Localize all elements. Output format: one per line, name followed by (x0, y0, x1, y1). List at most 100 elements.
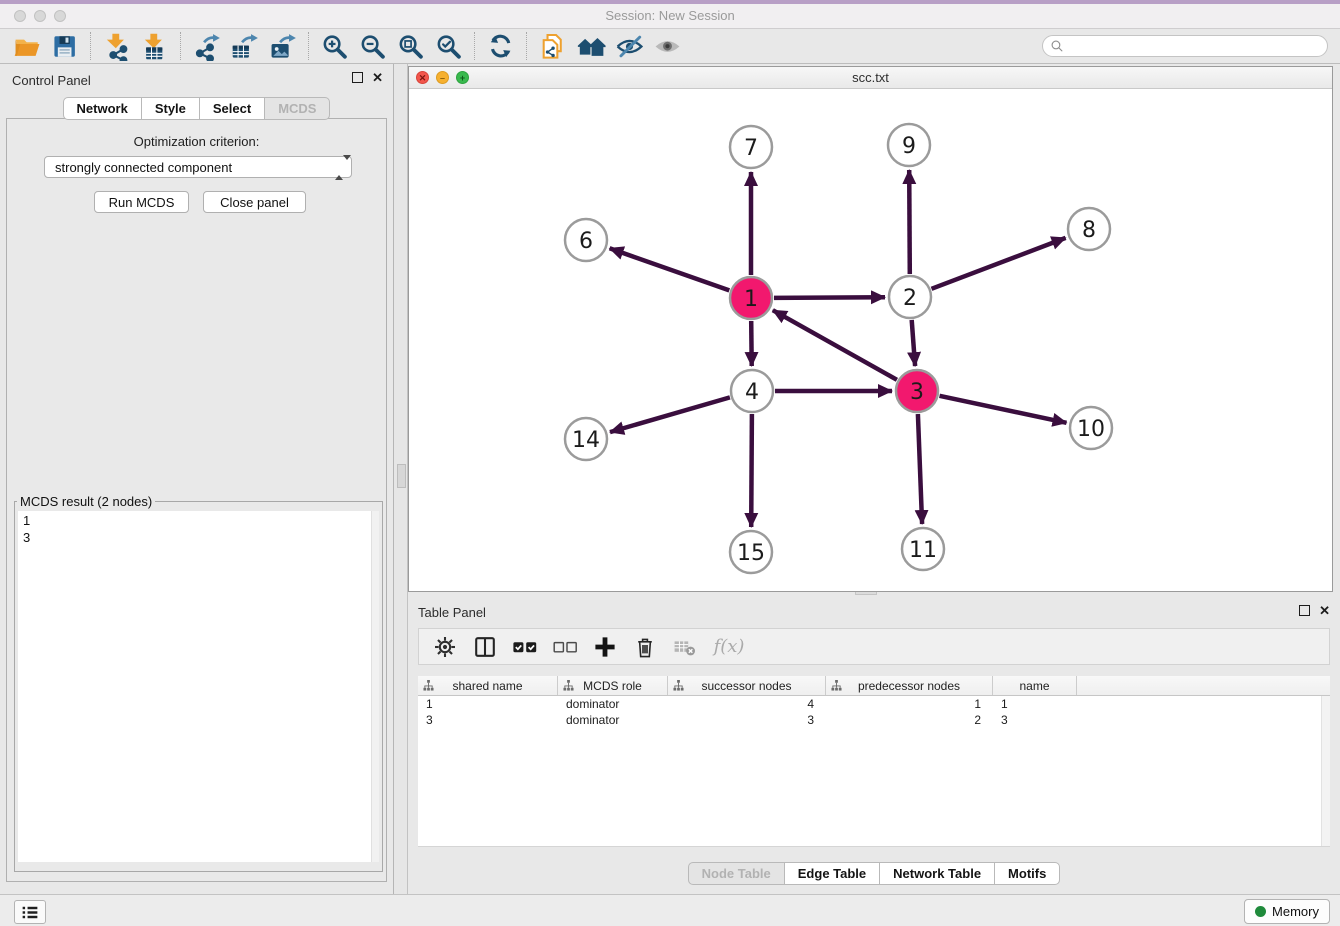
column-type-icon (563, 680, 574, 691)
zoom-fit-button[interactable] (392, 30, 430, 62)
graph-node-3[interactable]: 3 (896, 370, 938, 412)
float-table-panel-icon[interactable] (1299, 605, 1310, 616)
graph-edge-1-4[interactable] (751, 321, 752, 366)
svg-text:6: 6 (579, 229, 593, 254)
tab-node-table[interactable]: Node Table (688, 862, 785, 885)
mcds-result-text[interactable]: 1 3 (18, 511, 379, 862)
export-network-button[interactable] (188, 30, 226, 62)
splitter-grip[interactable] (397, 464, 406, 488)
panel-menu-button[interactable] (14, 900, 46, 924)
tab-network-table[interactable]: Network Table (879, 862, 995, 885)
table-cell[interactable]: 1 (993, 697, 1077, 711)
svg-text:9: 9 (902, 134, 916, 159)
graph-node-4[interactable]: 4 (731, 370, 773, 412)
table-cell[interactable]: 3 (993, 713, 1077, 727)
criterion-dropdown[interactable]: strongly connected component (44, 156, 352, 178)
table-cell[interactable]: 2 (826, 713, 993, 727)
zoom-out-icon (359, 32, 388, 61)
result-scrollbar[interactable] (371, 511, 379, 862)
graph-edge-3-1[interactable] (773, 310, 897, 380)
export-image-button[interactable] (264, 30, 302, 62)
criterion-value: strongly connected component (55, 160, 232, 175)
graph-node-7[interactable]: 7 (730, 126, 772, 168)
graph-edge-3-10[interactable] (940, 396, 1067, 423)
search-input[interactable] (1042, 35, 1328, 57)
table-cell[interactable]: 4 (668, 697, 826, 711)
column-header-successor-nodes[interactable]: successor nodes (668, 676, 826, 695)
main-toolbar (0, 29, 1340, 64)
home-neighbors-button[interactable] (572, 30, 610, 62)
run-mcds-button[interactable]: Run MCDS (94, 191, 189, 213)
network-graph-canvas[interactable]: 1 2 3 4 6 7 8 9 10 11 14 15 (409, 89, 1332, 591)
import-table-button[interactable] (136, 30, 174, 62)
zoom-in-button[interactable] (316, 30, 354, 62)
network-graph: 1 2 3 4 6 7 8 9 10 11 14 15 (409, 89, 1332, 591)
tab-select[interactable]: Select (199, 97, 265, 120)
tab-edge-table[interactable]: Edge Table (784, 862, 880, 885)
import-network-button[interactable] (98, 30, 136, 62)
zoom-selected-button[interactable] (430, 30, 468, 62)
close-panel-icon[interactable]: ✕ (372, 73, 383, 83)
tab-network[interactable]: Network (63, 97, 142, 120)
apply-layout-button[interactable] (482, 30, 520, 62)
table-row[interactable]: 3dominator323 (418, 712, 1330, 728)
close-table-panel-icon[interactable]: ✕ (1319, 606, 1330, 616)
open-session-button[interactable] (8, 30, 46, 62)
graph-node-2[interactable]: 2 (889, 276, 931, 318)
graph-edge-2-8[interactable] (932, 238, 1066, 289)
select-all-button[interactable] (507, 632, 543, 662)
graph-edge-4-15[interactable] (751, 414, 752, 527)
memory-button[interactable]: Memory (1244, 899, 1330, 924)
table-cell[interactable]: 1 (418, 697, 558, 711)
column-header-mcds-role[interactable]: MCDS role (558, 676, 668, 695)
unselect-all-button[interactable] (547, 632, 583, 662)
graph-edge-3-11[interactable] (918, 414, 922, 524)
delete-row-button[interactable] (627, 632, 663, 662)
hide-selected-button[interactable] (610, 30, 648, 62)
graph-edge-1-6[interactable] (610, 248, 730, 290)
graph-node-8[interactable]: 8 (1068, 208, 1110, 250)
table-scrollbar[interactable] (1321, 696, 1330, 846)
zoom-out-button[interactable] (354, 30, 392, 62)
graph-node-9[interactable]: 9 (888, 124, 930, 166)
column-header-predecessor-nodes[interactable]: predecessor nodes (826, 676, 993, 695)
graph-node-6[interactable]: 6 (565, 219, 607, 261)
column-header-shared-name[interactable]: shared name (418, 676, 558, 695)
table-cell[interactable]: 3 (668, 713, 826, 727)
svg-text:1: 1 (744, 287, 758, 312)
graph-node-15[interactable]: 15 (730, 531, 772, 573)
table-cell[interactable]: dominator (558, 697, 668, 711)
table-header-row: shared nameMCDS rolesuccessor nodesprede… (418, 676, 1330, 696)
table-row[interactable]: 1dominator411 (418, 696, 1330, 712)
table-cell[interactable]: 3 (418, 713, 558, 727)
clone-network-view-button[interactable] (534, 30, 572, 62)
save-session-button[interactable] (46, 30, 84, 62)
tab-mcds[interactable]: MCDS (264, 97, 330, 120)
column-header-name[interactable]: name (993, 676, 1077, 695)
graph-node-10[interactable]: 10 (1070, 407, 1112, 449)
graph-edge-2-3[interactable] (912, 320, 915, 366)
search-box (1042, 35, 1328, 57)
graph-edge-4-14[interactable] (610, 397, 730, 432)
graph-node-11[interactable]: 11 (902, 528, 944, 570)
float-panel-icon[interactable] (352, 72, 363, 83)
dropdown-stepper-icon (335, 160, 345, 176)
export-table-button[interactable] (226, 30, 264, 62)
graph-node-1[interactable]: 1 (730, 277, 772, 319)
network-window-titlebar[interactable]: ✕ – + scc.txt (409, 67, 1332, 89)
graph-edge-2-9[interactable] (909, 170, 910, 274)
add-row-button[interactable] (587, 632, 623, 662)
graph-edge-1-2[interactable] (774, 297, 885, 298)
tab-style[interactable]: Style (141, 97, 200, 120)
show-all-button[interactable] (648, 30, 686, 62)
tab-motifs[interactable]: Motifs (994, 862, 1060, 885)
table-settings-button[interactable] (427, 632, 463, 662)
columns-button[interactable] (467, 632, 503, 662)
table-cell[interactable]: dominator (558, 713, 668, 727)
column-type-icon (423, 680, 434, 691)
vertical-splitter[interactable] (394, 64, 408, 894)
graph-node-14[interactable]: 14 (565, 418, 607, 460)
close-panel-button[interactable]: Close panel (203, 191, 306, 213)
table-cell[interactable]: 1 (826, 697, 993, 711)
clone-network-view-icon (539, 32, 568, 61)
